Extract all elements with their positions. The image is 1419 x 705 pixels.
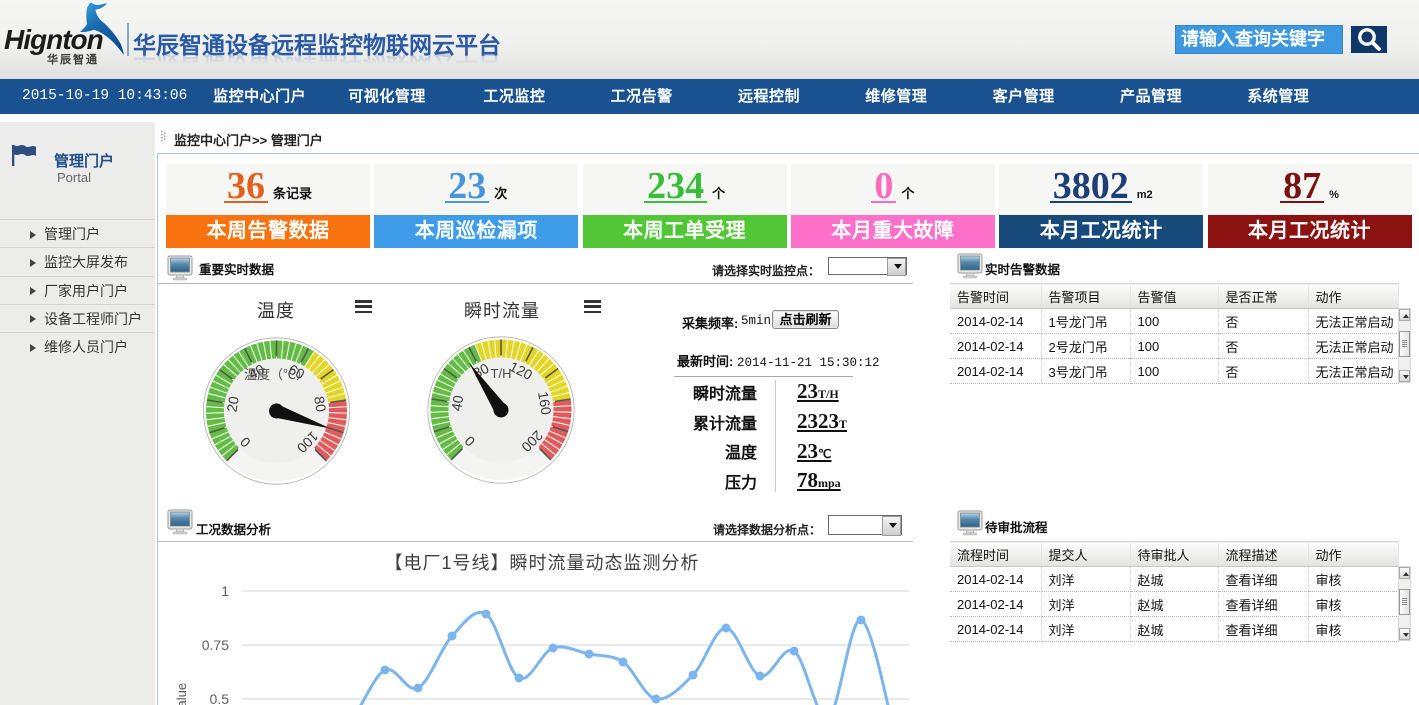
svg-text:20: 20 [224, 395, 242, 413]
svg-text:【电厂1号线】瞬时流量动态监测分析: 【电厂1号线】瞬时流量动态监测分析 [384, 553, 699, 573]
svg-text:80: 80 [311, 395, 329, 413]
svg-text:温度（℃）: 温度（℃） [244, 367, 309, 382]
svg-text:1: 1 [221, 583, 229, 599]
svg-text:0.75: 0.75 [202, 637, 229, 653]
svg-text:0.5: 0.5 [210, 691, 230, 705]
svg-text:40: 40 [448, 394, 466, 412]
svg-text:value: value [174, 683, 189, 705]
svg-text:T/H: T/H [491, 366, 512, 381]
